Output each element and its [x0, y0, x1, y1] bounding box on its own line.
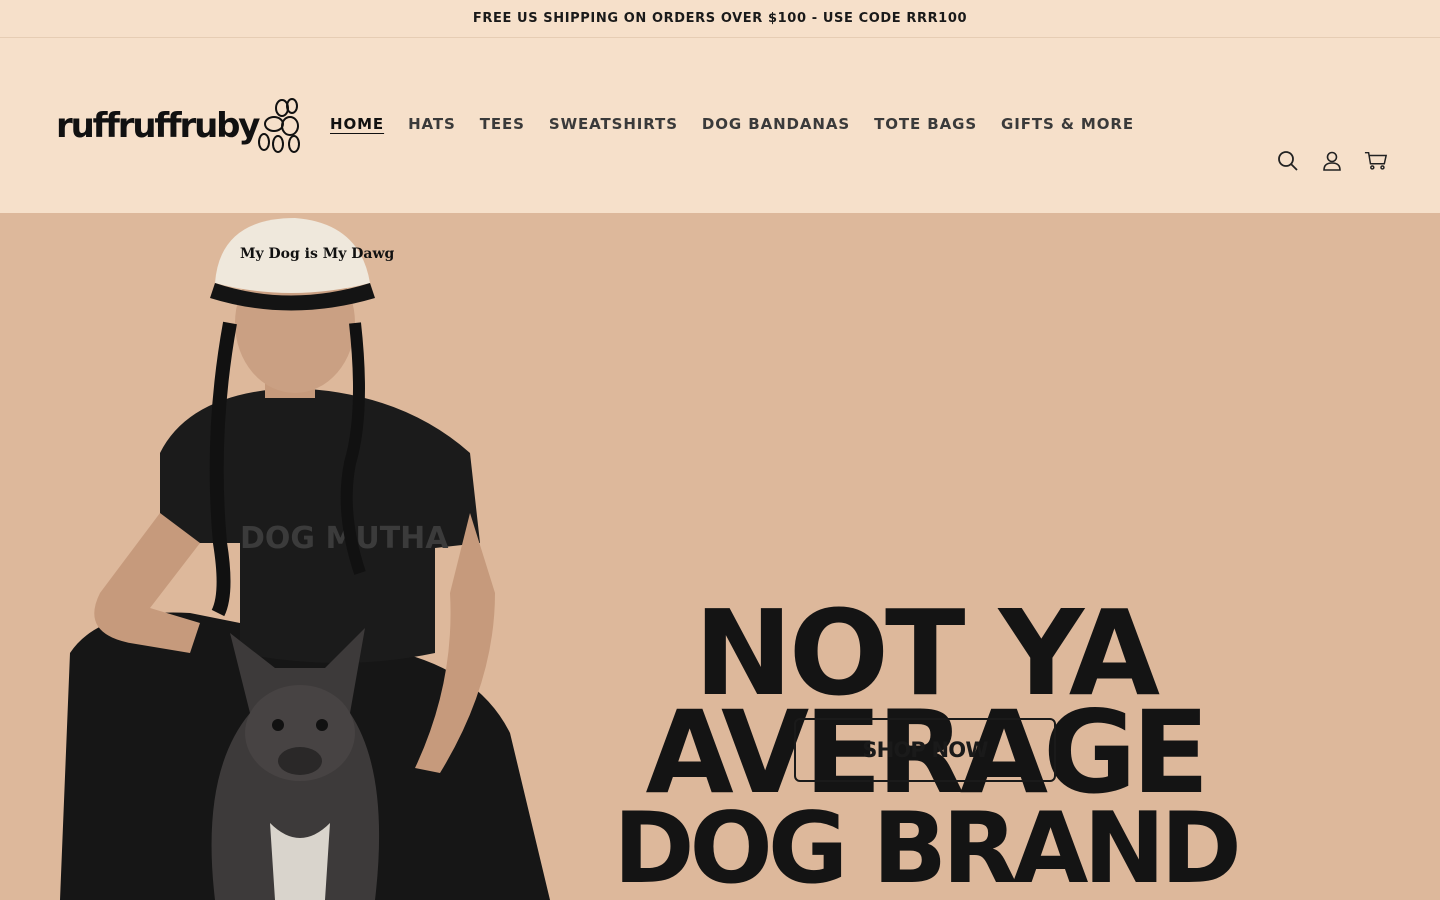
nav-gifts-more[interactable]: GIFTS & MORE — [1001, 115, 1134, 133]
nav-hats[interactable]: HATS — [408, 115, 456, 133]
nav-dog-bandanas[interactable]: DOG BANDANAS — [702, 115, 850, 133]
site-header: ruffruffruby HOME HATS TEES SWEATSHIRTS … — [0, 38, 1440, 213]
shop-now-button[interactable]: SHOP NOW — [794, 718, 1056, 782]
announcement-text: FREE US SHIPPING ON ORDERS OVER $100 - U… — [472, 11, 968, 26]
headline-line-3: DOG BRAND — [613, 791, 1242, 900]
account-icon[interactable] — [1320, 149, 1344, 173]
hero-model-with-dog-image: DOG MUTHA My Dog is My Dawg — [60, 218, 550, 900]
cap-print-text: My Dog is My Dawg — [240, 246, 394, 262]
shop-now-label: SHOP NOW — [862, 738, 988, 762]
search-icon[interactable] — [1276, 149, 1300, 173]
headline-line-1: NOT YA — [693, 584, 1160, 722]
announcement-bar: FREE US SHIPPING ON ORDERS OVER $100 - U… — [0, 0, 1440, 38]
hero-banner: DOG MUTHA My Dog is My Dawg NOT YA AVERA… — [0, 213, 1440, 900]
nav-home[interactable]: HOME — [330, 115, 384, 133]
balloon-dog-icon — [258, 98, 301, 153]
nav-tote-bags[interactable]: TOTE BAGS — [874, 115, 977, 133]
nav-tees[interactable]: TEES — [480, 115, 525, 133]
cart-icon[interactable] — [1364, 149, 1388, 173]
main-nav: HOME HATS TEES SWEATSHIRTS DOG BANDANAS … — [330, 115, 1134, 133]
header-icons — [1276, 149, 1388, 173]
logo[interactable]: ruffruffruby — [56, 98, 304, 154]
nav-sweatshirts[interactable]: SWEATSHIRTS — [549, 115, 678, 133]
logo-text: ruffruffruby — [56, 106, 260, 146]
